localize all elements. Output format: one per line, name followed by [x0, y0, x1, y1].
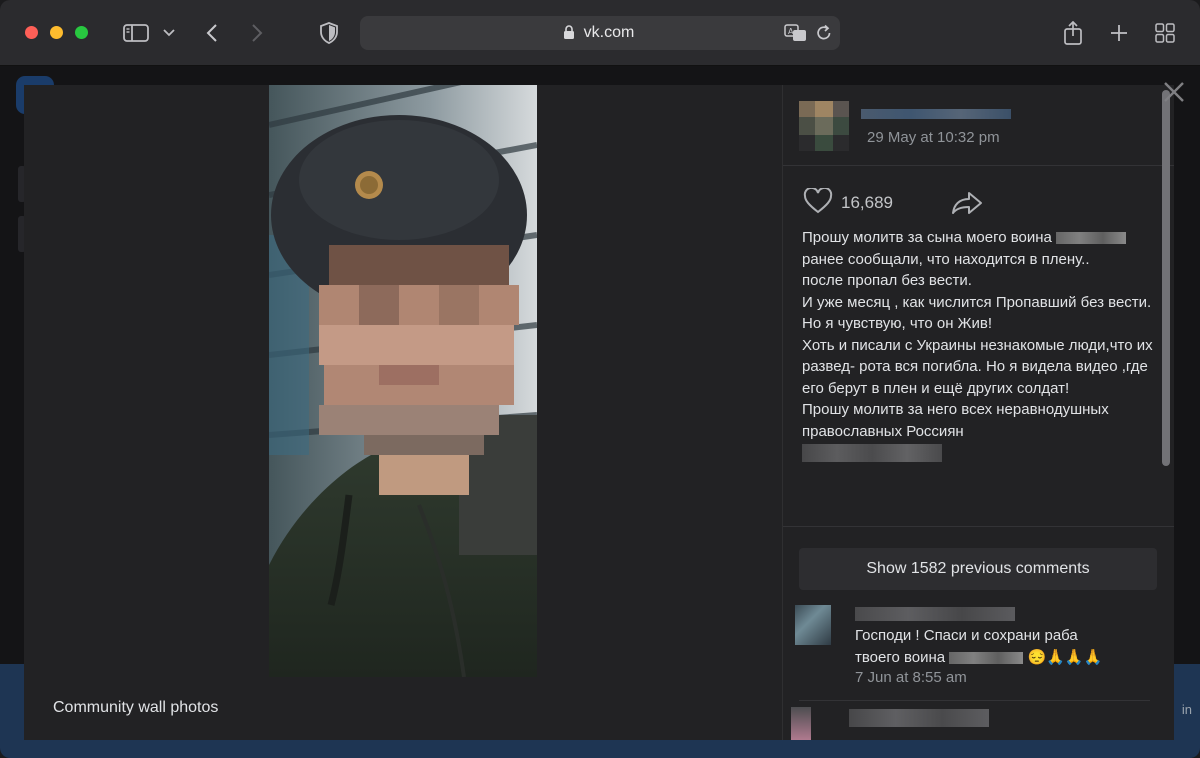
- author-avatar[interactable]: [799, 101, 849, 151]
- share-browser-icon[interactable]: [1061, 18, 1085, 48]
- post-actions: 16,689: [803, 186, 982, 219]
- post-text: Прошу молитв за сына моего воина ранее с…: [802, 227, 1162, 462]
- commenter-name-redacted[interactable]: [849, 709, 989, 727]
- post-text-line: Но я чувствую, что он Жив!: [802, 315, 993, 332]
- post-text-line: Прошу молитв за сына моего воина: [802, 227, 1162, 249]
- browser-toolbar: vk.com A: [0, 0, 1200, 66]
- panel-scrollbar[interactable]: [1162, 90, 1170, 466]
- minimize-window-button[interactable]: [50, 26, 63, 39]
- comment-text: Господи ! Спаси и сохрани раба твоего во…: [855, 625, 1155, 668]
- commenter-name-redacted[interactable]: [855, 607, 1015, 621]
- like-heart-icon[interactable]: [803, 186, 833, 219]
- post-date[interactable]: 29 May at 10:32 pm: [867, 129, 1000, 146]
- comment-text-line: твоего воина 😔🙏🙏🙏: [855, 648, 1103, 666]
- redacted-name: [949, 651, 1024, 664]
- address-bar[interactable]: vk.com A: [360, 16, 840, 50]
- divider: [783, 165, 1174, 166]
- tab-overview-icon[interactable]: [1154, 18, 1176, 48]
- forward-icon[interactable]: [247, 18, 267, 48]
- url-text: vk.com: [583, 24, 635, 41]
- comment-time[interactable]: 7 Jun at 8:55 am: [855, 669, 967, 686]
- background-signin-text: in: [1181, 702, 1192, 717]
- author-name-redacted[interactable]: [861, 109, 1011, 119]
- browser-window: vk.com A in Community wall photos 29 May…: [0, 0, 1200, 758]
- privacy-shield-icon[interactable]: [318, 18, 340, 48]
- divider: [799, 700, 1150, 701]
- reload-icon[interactable]: [816, 24, 832, 46]
- likes-count[interactable]: 16,689: [841, 193, 893, 213]
- share-arrow-icon[interactable]: [951, 191, 983, 220]
- back-icon[interactable]: [202, 18, 222, 48]
- post-text-line: Прошу молитв за него всех неравнодушных …: [802, 401, 1113, 440]
- commenter-avatar[interactable]: [795, 605, 831, 645]
- photo-viewer: Community wall photos 29 May at 10:32 pm: [24, 85, 1174, 740]
- post-text-line: ранее сообщали, что находится в плену..: [802, 250, 1090, 268]
- sidebar-toggle-icon[interactable]: [122, 18, 150, 48]
- translate-icon[interactable]: A: [784, 24, 808, 47]
- show-previous-comments-button[interactable]: Show 1582 previous comments: [799, 548, 1157, 590]
- redacted-signature: [802, 444, 942, 462]
- post-side-panel: 29 May at 10:32 pm 16,689 Прошу молитв з…: [782, 85, 1174, 740]
- chevron-down-icon[interactable]: [160, 18, 178, 48]
- post-text-line: И уже месяц , как числится Пропавший без…: [802, 293, 1152, 311]
- new-tab-icon[interactable]: [1108, 18, 1130, 48]
- album-caption[interactable]: Community wall photos: [53, 699, 218, 717]
- zoom-window-button[interactable]: [75, 26, 88, 39]
- post-text-line: Хоть и писали с Украины незнакомые люди,…: [802, 336, 1157, 397]
- comment-emojis: 😔🙏🙏🙏: [1027, 648, 1103, 666]
- photo-area[interactable]: Community wall photos: [24, 85, 782, 740]
- close-icon[interactable]: [1162, 80, 1186, 107]
- redacted-name: [1056, 232, 1127, 245]
- svg-text:A: A: [788, 27, 794, 36]
- comment-text-line: Господи ! Спаси и сохрани раба: [855, 627, 1078, 644]
- commenter-avatar[interactable]: [791, 707, 811, 740]
- divider: [783, 526, 1174, 527]
- post-photo[interactable]: [269, 85, 537, 677]
- close-window-button[interactable]: [25, 26, 38, 39]
- post-text-line: после пропал без вести.: [802, 272, 972, 289]
